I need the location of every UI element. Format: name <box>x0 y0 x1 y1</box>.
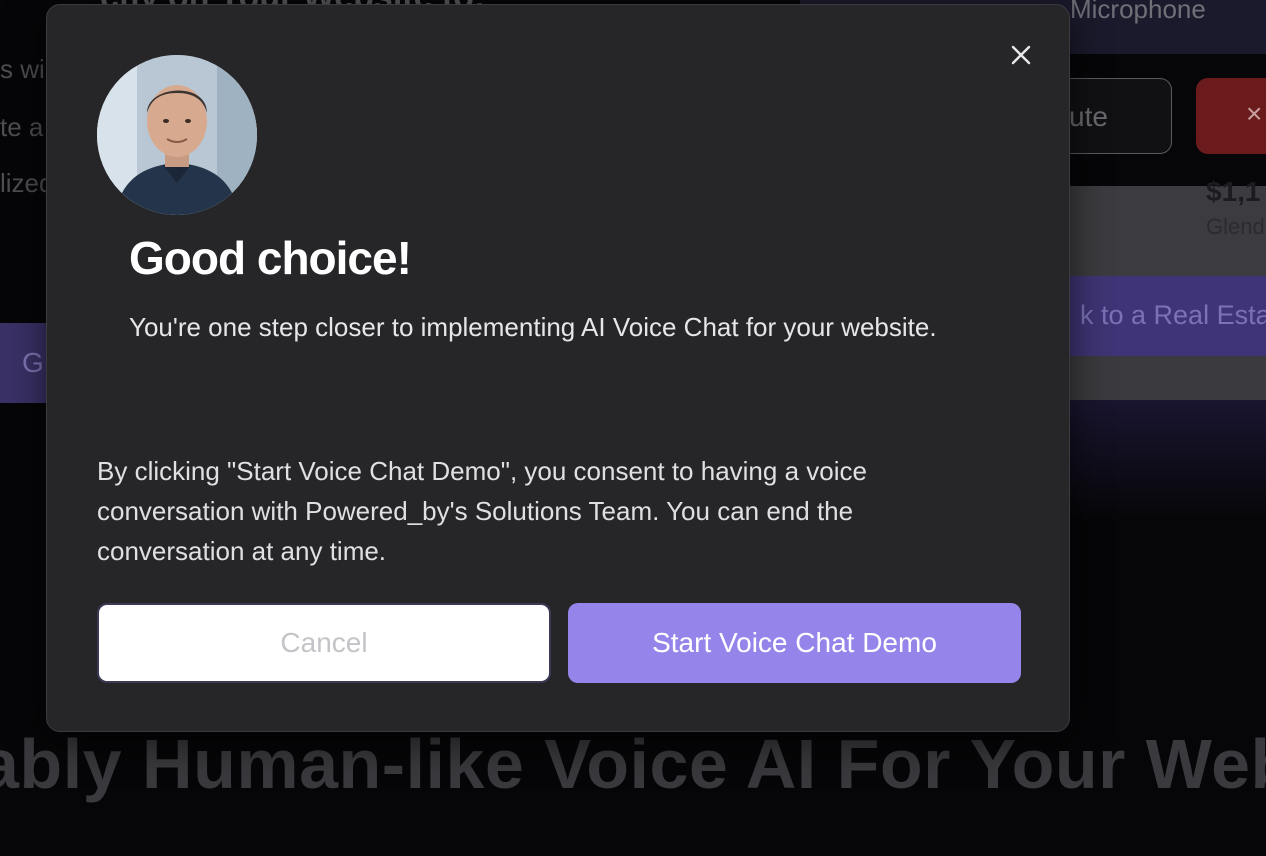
background-purple-strip: k to a Real Estat <box>1060 276 1266 356</box>
background-red-button-label: × <box>1246 98 1263 129</box>
background-price: $1,1 <box>1206 176 1261 207</box>
close-button[interactable] <box>1005 39 1037 71</box>
person-portrait-icon <box>97 55 257 215</box>
start-voice-chat-demo-button[interactable]: Start Voice Chat Demo <box>568 603 1021 683</box>
cancel-button[interactable]: Cancel <box>97 603 551 683</box>
modal-title: Good choice! <box>129 232 412 284</box>
background-glow <box>1040 400 1266 520</box>
background-text-line: s wi <box>0 54 45 84</box>
close-icon <box>1011 45 1031 65</box>
background-microphone-label: Microphone <box>1070 0 1206 24</box>
background-left-button-label: G <box>22 347 44 378</box>
background-purple-strip-label: k to a Real Estat <box>1080 300 1266 330</box>
background-big-heading: ably Human-like Voice AI For Your Web <box>0 725 1266 803</box>
background-red-button: × <box>1196 78 1266 154</box>
background-text-line: te a <box>0 112 44 142</box>
modal-subtitle: You're one step closer to implementing A… <box>129 312 937 342</box>
avatar <box>97 55 257 215</box>
consent-modal: Good choice! You're one step closer to i… <box>46 4 1070 732</box>
consent-text: By clicking "Start Voice Chat Demo", you… <box>97 456 867 566</box>
background-city: Glend <box>1206 214 1265 239</box>
background-outline-button-label: ute <box>1069 101 1108 132</box>
